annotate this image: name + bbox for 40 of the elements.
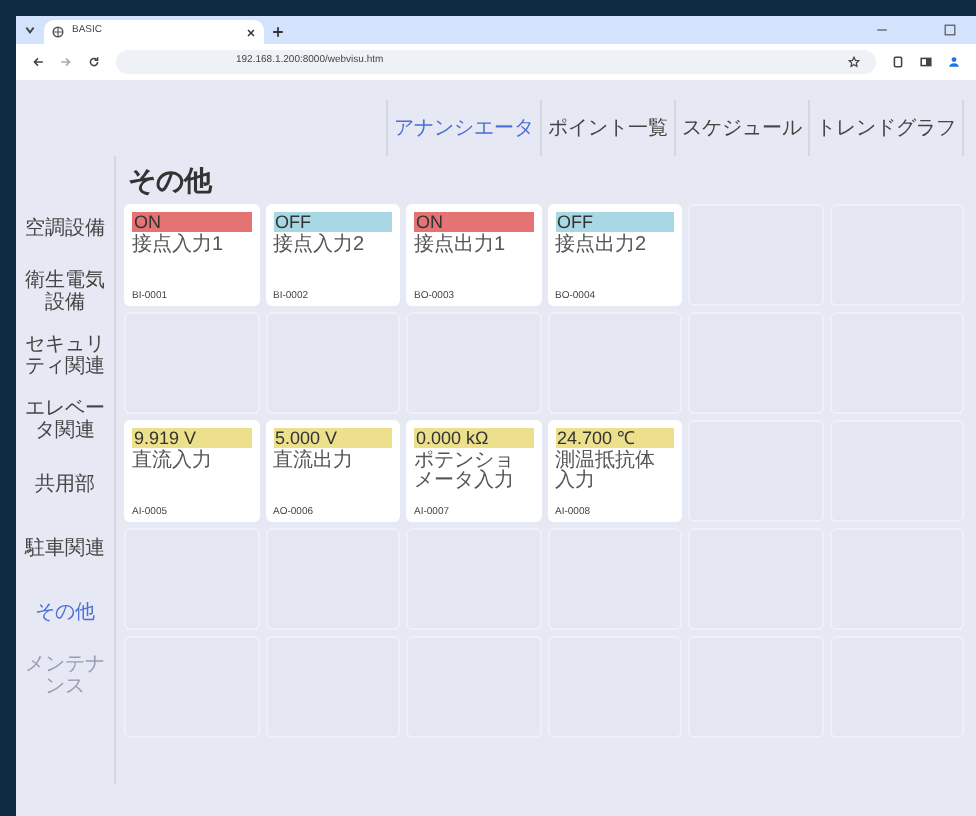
sidebar-item[interactable]: 共用部 [16,452,114,516]
point-description: 直流入力 [132,452,214,472]
point-description: 接点出力2 [555,236,649,256]
globe-icon [52,26,64,38]
point-description: 直流出力 [273,452,355,472]
side-panel-icon[interactable] [920,56,932,68]
sidebar-item[interactable]: エレベータ関連 [16,388,114,452]
extension-icon[interactable] [892,56,904,68]
sidebar-item[interactable]: その他 [16,580,114,644]
sidebar-item[interactable]: 駐車関連 [16,516,114,580]
close-icon[interactable] [246,27,256,37]
star-icon[interactable] [848,56,860,68]
page-title: その他 [126,162,215,200]
point-description: 測温抵抗体入力 [555,452,657,492]
value-badge: OFF [555,212,674,232]
maximize-icon[interactable] [944,24,956,36]
point-description: 接点入力1 [132,236,226,256]
point-description: 接点入力2 [273,236,367,256]
sidebar-item[interactable]: セキュリティ関連 [16,324,114,388]
value-badge: 24.700 ℃ [555,428,674,448]
reload-icon[interactable] [88,56,100,68]
sidebar-item[interactable]: 空調設備 [16,196,114,260]
chevron-icon[interactable] [24,24,36,36]
nav-tab[interactable]: ポイント一覧 [540,100,674,156]
value-badge: 9.919 V [132,428,251,448]
point-description: ポテンショメータ入力 [414,452,516,492]
nav-tab[interactable]: スケジュール [674,100,808,156]
nav-tab[interactable]: トレンドグラフ [808,100,964,156]
value-badge: ON [414,212,533,232]
profile-icon[interactable] [948,56,960,68]
value-badge: 5.000 V [273,428,392,448]
minimize-icon[interactable] [876,24,888,36]
sidebar-item[interactable]: 衛生電気設備 [16,260,114,324]
point-description: 接点出力1 [414,236,508,256]
new-tab-icon[interactable] [272,26,284,38]
back-icon[interactable] [32,56,44,68]
value-badge: OFF [273,212,392,232]
value-badge: ON [132,212,251,232]
nav-tab[interactable]: アナンシエータ [386,100,540,156]
value-badge: 0.000 kΩ [414,428,533,448]
